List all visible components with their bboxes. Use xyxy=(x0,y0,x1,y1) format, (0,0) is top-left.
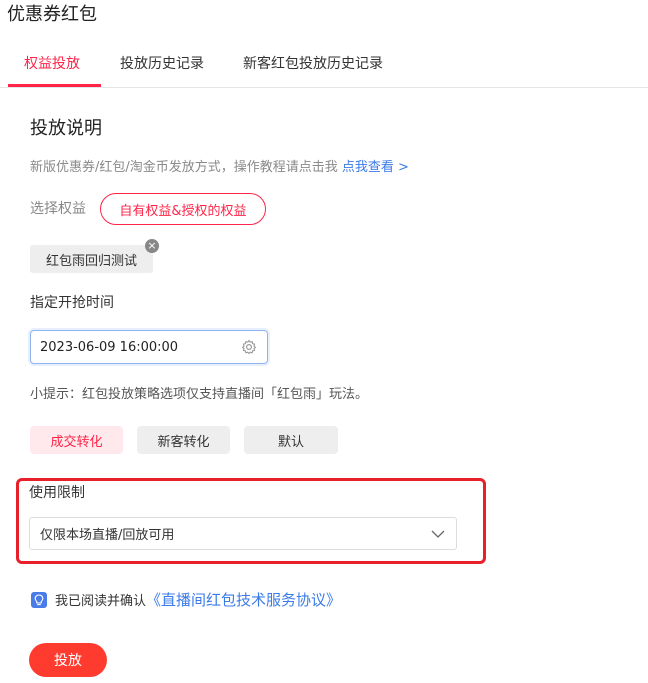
usage-limit-value: 仅限本场直播/回放可用 xyxy=(40,528,175,543)
active-tab-indicator xyxy=(8,84,101,87)
selected-benefit-tag: 红包雨回归测试 xyxy=(30,245,153,273)
lightbulb-icon[interactable] xyxy=(31,591,47,608)
chevron-down-icon xyxy=(431,530,445,538)
usage-limit-select[interactable]: 仅限本场直播/回放可用 xyxy=(29,517,457,550)
section-title: 投放说明 xyxy=(30,118,102,139)
agreement-row: 我已阅读并确认 《直播间红包技术服务协议》 xyxy=(31,589,341,610)
tab-delivery-history[interactable]: 投放历史记录 xyxy=(120,54,204,74)
tab-bar: 权益投放 投放历史记录 新客红包投放历史记录 xyxy=(0,40,648,88)
start-time-picker[interactable] xyxy=(30,330,268,364)
page-title: 优惠券红包 xyxy=(7,4,97,25)
description-text: 新版优惠券/红包/淘金币发放方式，操作教程请点击我 xyxy=(30,160,338,175)
tutorial-link[interactable]: 点我查看 > xyxy=(342,160,409,175)
benefit-label: 选择权益 xyxy=(30,201,86,217)
select-benefit-button[interactable]: 自有权益&授权的权益 xyxy=(100,193,266,225)
section-description: 新版优惠券/红包/淘金币发放方式，操作教程请点击我 点我查看 > xyxy=(30,158,409,178)
tab-benefit-delivery[interactable]: 权益投放 xyxy=(24,54,80,74)
agreement-text: 我已阅读并确认 xyxy=(55,594,147,609)
usage-limit-label: 使用限制 xyxy=(29,485,85,501)
option-default[interactable]: 默认 xyxy=(244,426,338,454)
close-icon[interactable]: × xyxy=(145,239,159,253)
protocol-link[interactable]: 《直播间红包技术服务协议》 xyxy=(146,589,341,610)
start-time-label: 指定开抢时间 xyxy=(30,295,114,311)
option-new-customer-conversion[interactable]: 新客转化 xyxy=(137,426,230,454)
start-time-input[interactable] xyxy=(40,339,230,355)
option-deal-conversion[interactable]: 成交转化 xyxy=(30,426,123,454)
submit-button[interactable]: 投放 xyxy=(29,643,107,677)
gear-icon[interactable] xyxy=(241,339,257,355)
strategy-hint: 小提示：红包投放策略选项仅支持直播间「红包雨」玩法。 xyxy=(30,387,369,402)
tab-new-customer-history[interactable]: 新客红包投放历史记录 xyxy=(243,54,383,74)
